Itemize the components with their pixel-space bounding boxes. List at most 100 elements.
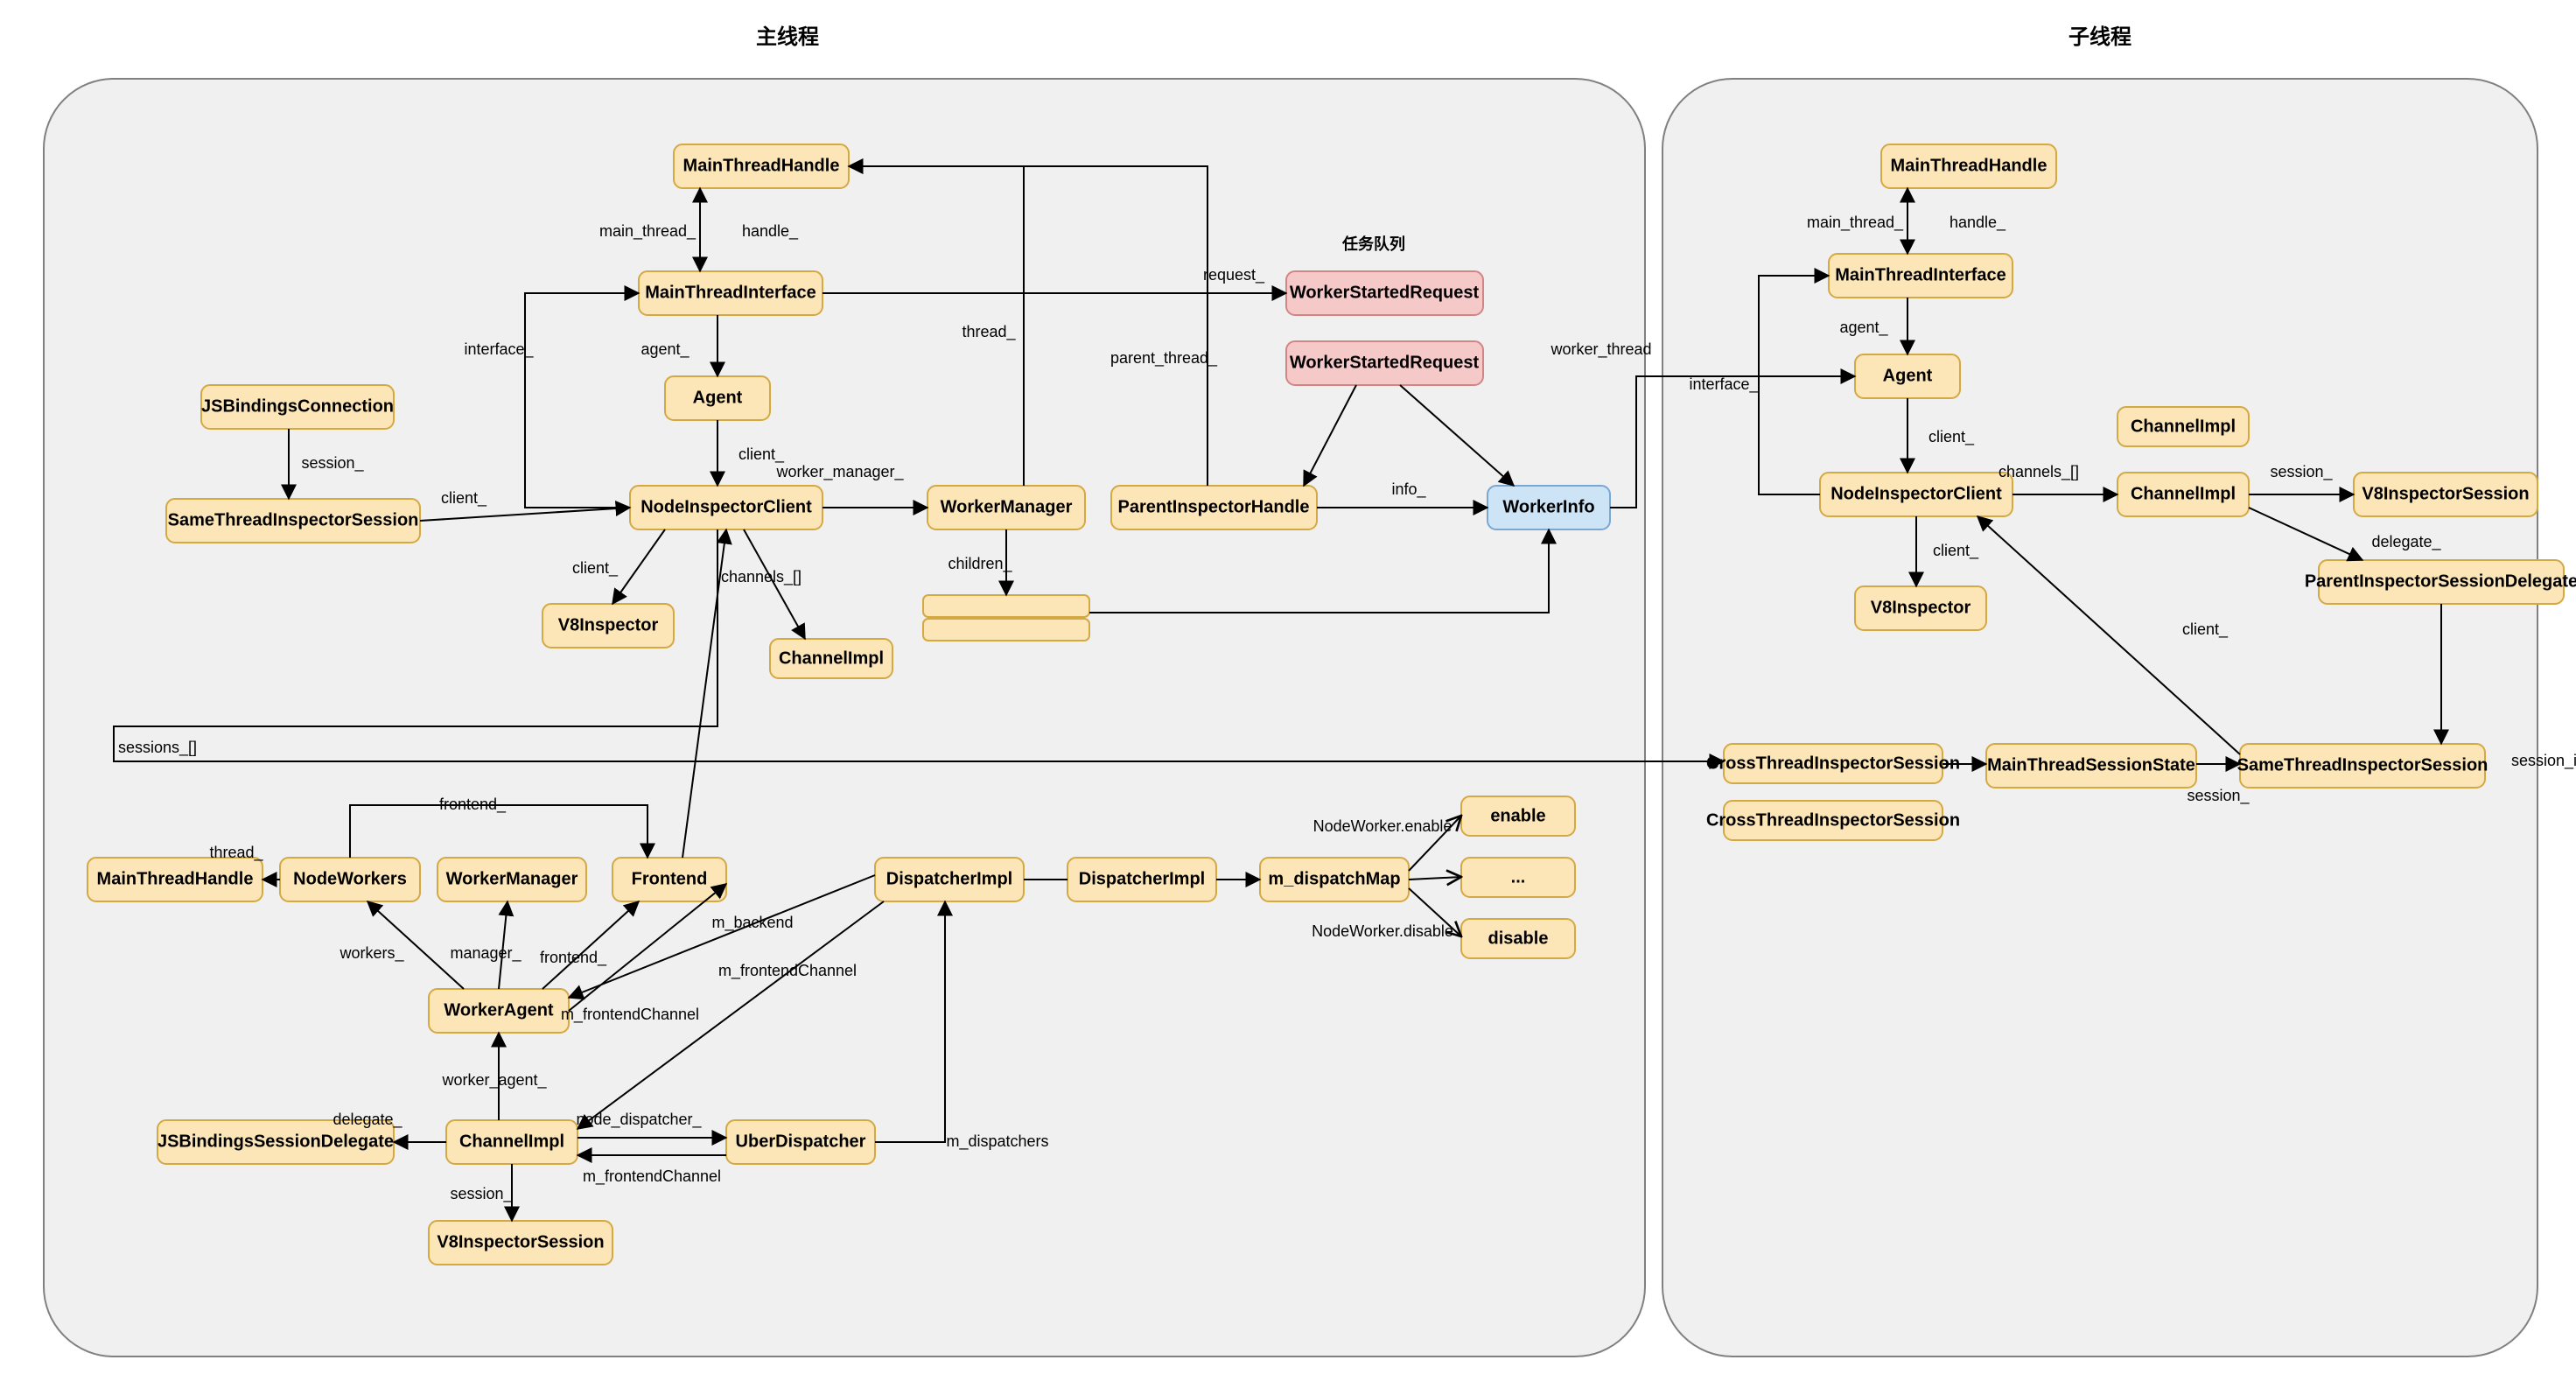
node-dispatchmap: m_dispatchMap [1260, 858, 1409, 901]
label-interface-r: interface_ [1689, 375, 1759, 394]
label-client-r: client_ [1928, 428, 1975, 446]
label-thread-b: thread_ [209, 844, 263, 862]
label-request: request_ [1203, 266, 1265, 284]
label-frontend-wa: frontend_ [540, 949, 607, 967]
svg-text:WorkerStartedRequest: WorkerStartedRequest [1290, 353, 1480, 372]
node-vis-right: V8InspectorSession [2354, 473, 2538, 516]
node-mti-right: MainThreadInterface [1829, 254, 2012, 298]
svg-text:WorkerManager: WorkerManager [941, 497, 1073, 516]
label-mfc-wa: m_frontendChannel [561, 1006, 699, 1024]
svg-text:CrossThreadInspectorSession: CrossThreadInspectorSession [1706, 810, 1960, 830]
node-v8i-left: V8Inspector [542, 604, 674, 648]
svg-text:NodeWorkers: NodeWorkers [293, 869, 407, 888]
node-ci-r2: ChannelImpl [2118, 473, 2249, 516]
svg-text:Agent: Agent [1883, 366, 1933, 385]
label-worker-thread: worker_thread [1550, 340, 1651, 359]
label-client-stis: client_ [441, 489, 487, 508]
title-child-thread: 子线程 [2068, 25, 2132, 49]
label-channels-l: channels_[] [721, 568, 802, 586]
node-agent-right: Agent [1855, 354, 1960, 398]
svg-text:MainThreadHandle: MainThreadHandle [683, 156, 840, 175]
svg-text:ChannelImpl: ChannelImpl [459, 1132, 564, 1151]
node-enable: enable [1461, 796, 1575, 836]
label-interface-l: interface_ [464, 340, 534, 359]
svg-text:MainThreadInterface: MainThreadInterface [645, 283, 816, 302]
svg-text:disable: disable [1488, 929, 1549, 948]
svg-text:V8InspectorSession: V8InspectorSession [2362, 484, 2529, 503]
label-main-thread-r: main_thread_ [1807, 214, 1904, 232]
svg-text:...: ... [1511, 867, 1526, 887]
svg-text:SameThreadInspectorSession: SameThreadInspectorSession [168, 510, 419, 529]
node-frontend: Frontend [612, 858, 726, 901]
label-delegate-r: delegate_ [2371, 533, 2441, 551]
node-ci-bottom: ChannelImpl [446, 1120, 578, 1164]
node-dots: ... [1461, 858, 1575, 897]
svg-text:DispatcherImpl: DispatcherImpl [1079, 869, 1205, 888]
label-parent-thread: parent_thread_ [1110, 349, 1218, 368]
svg-text:UberDispatcher: UberDispatcher [736, 1132, 866, 1151]
svg-text:SameThreadInspectorSession: SameThreadInspectorSession [2237, 755, 2488, 775]
svg-text:m_dispatchMap: m_dispatchMap [1268, 869, 1400, 888]
node-jsbc: JSBindingsConnection [201, 385, 394, 429]
node-pisd: ParentInspectorSessionDelegate [2305, 560, 2576, 604]
svg-text:ParentInspectorSessionDelegate: ParentInspectorSessionDelegate [2305, 571, 2576, 591]
node-mtss: MainThreadSessionState [1986, 744, 2196, 788]
node-wm-bottom: WorkerManager [438, 858, 586, 901]
node-wsr1: WorkerStartedRequest [1286, 271, 1483, 315]
label-mfc-di1: m_frontendChannel [718, 962, 857, 980]
node-di2: DispatcherImpl [1068, 858, 1216, 901]
node-v8i-right: V8Inspector [1855, 586, 1986, 630]
node-stis-right: SameThreadInspectorSession [2237, 744, 2488, 788]
label-wm: worker_manager_ [775, 463, 904, 481]
node-vis-bottom: V8InspectorSession [429, 1221, 612, 1265]
svg-text:ParentInspectorHandle: ParentInspectorHandle [1118, 497, 1310, 516]
label-handle-r: handle_ [1950, 214, 2006, 232]
node-children [923, 595, 1089, 641]
label-agent-r: agent_ [1839, 319, 1888, 337]
svg-text:WorkerStartedRequest: WorkerStartedRequest [1290, 283, 1480, 302]
label-agent-l: agent_ [640, 340, 690, 359]
label-client-v8i-r: client_ [1933, 542, 1979, 560]
label-workers: workers_ [339, 944, 404, 963]
svg-text:DispatcherImpl: DispatcherImpl [886, 869, 1012, 888]
svg-text:WorkerManager: WorkerManager [446, 869, 578, 888]
svg-text:JSBindingsConnection: JSBindingsConnection [201, 396, 394, 416]
node-workeragent: WorkerAgent [429, 989, 569, 1033]
node-ci-r1: ChannelImpl [2118, 407, 2249, 446]
title-queue: 任务队列 [1341, 235, 1405, 253]
label-node-dispatcher: node_dispatcher_ [576, 1111, 702, 1129]
svg-text:NodeInspectorClient: NodeInspectorClient [640, 497, 812, 516]
node-mti-left: MainThreadInterface [639, 271, 822, 315]
svg-text:CrossThreadInspectorSession: CrossThreadInspectorSession [1706, 754, 1960, 773]
label-main-thread-l: main_thread_ [599, 222, 696, 241]
svg-text:MainThreadHandle: MainThreadHandle [1891, 156, 2048, 175]
node-pih: ParentInspectorHandle [1111, 486, 1317, 529]
label-m-backend: m_backend [711, 914, 793, 932]
node-wi: WorkerInfo [1488, 486, 1610, 529]
svg-text:ChannelImpl: ChannelImpl [2131, 484, 2236, 503]
svg-text:MainThreadInterface: MainThreadInterface [1835, 265, 2006, 284]
node-ci-left: ChannelImpl [770, 639, 892, 678]
label-nw-enable: NodeWorker.enable [1313, 817, 1452, 835]
node-ctis2: CrossThreadInspectorSession [1706, 801, 1960, 840]
svg-text:NodeInspectorClient: NodeInspectorClient [1830, 484, 2002, 503]
svg-text:V8Inspector: V8Inspector [558, 615, 659, 634]
label-handle-l: handle_ [742, 222, 799, 241]
label-manager: manager_ [450, 944, 522, 963]
node-nic-right: NodeInspectorClient [1820, 473, 2012, 516]
label-session-b: session_ [450, 1185, 513, 1203]
svg-text:V8InspectorSession: V8InspectorSession [437, 1232, 604, 1251]
label-client-l: client_ [738, 445, 785, 464]
svg-text:V8Inspector: V8Inspector [1871, 598, 1971, 617]
label-session-id: session_id [2511, 752, 2576, 770]
node-disable: disable [1461, 919, 1575, 958]
svg-text:ChannelImpl: ChannelImpl [2131, 417, 2236, 436]
title-main-thread: 主线程 [756, 25, 819, 49]
diagram-canvas: 主线程 子线程 任务队列 MainThreadHandle MainThread… [0, 0, 2576, 1388]
label-info: info_ [1391, 480, 1426, 499]
node-ctis1: CrossThreadInspectorSession [1706, 744, 1960, 783]
node-mth-left: MainThreadHandle [674, 144, 849, 188]
group-child-thread [1662, 79, 2538, 1356]
svg-text:MainThreadSessionState: MainThreadSessionState [1987, 755, 2195, 775]
node-wm: WorkerManager [928, 486, 1085, 529]
